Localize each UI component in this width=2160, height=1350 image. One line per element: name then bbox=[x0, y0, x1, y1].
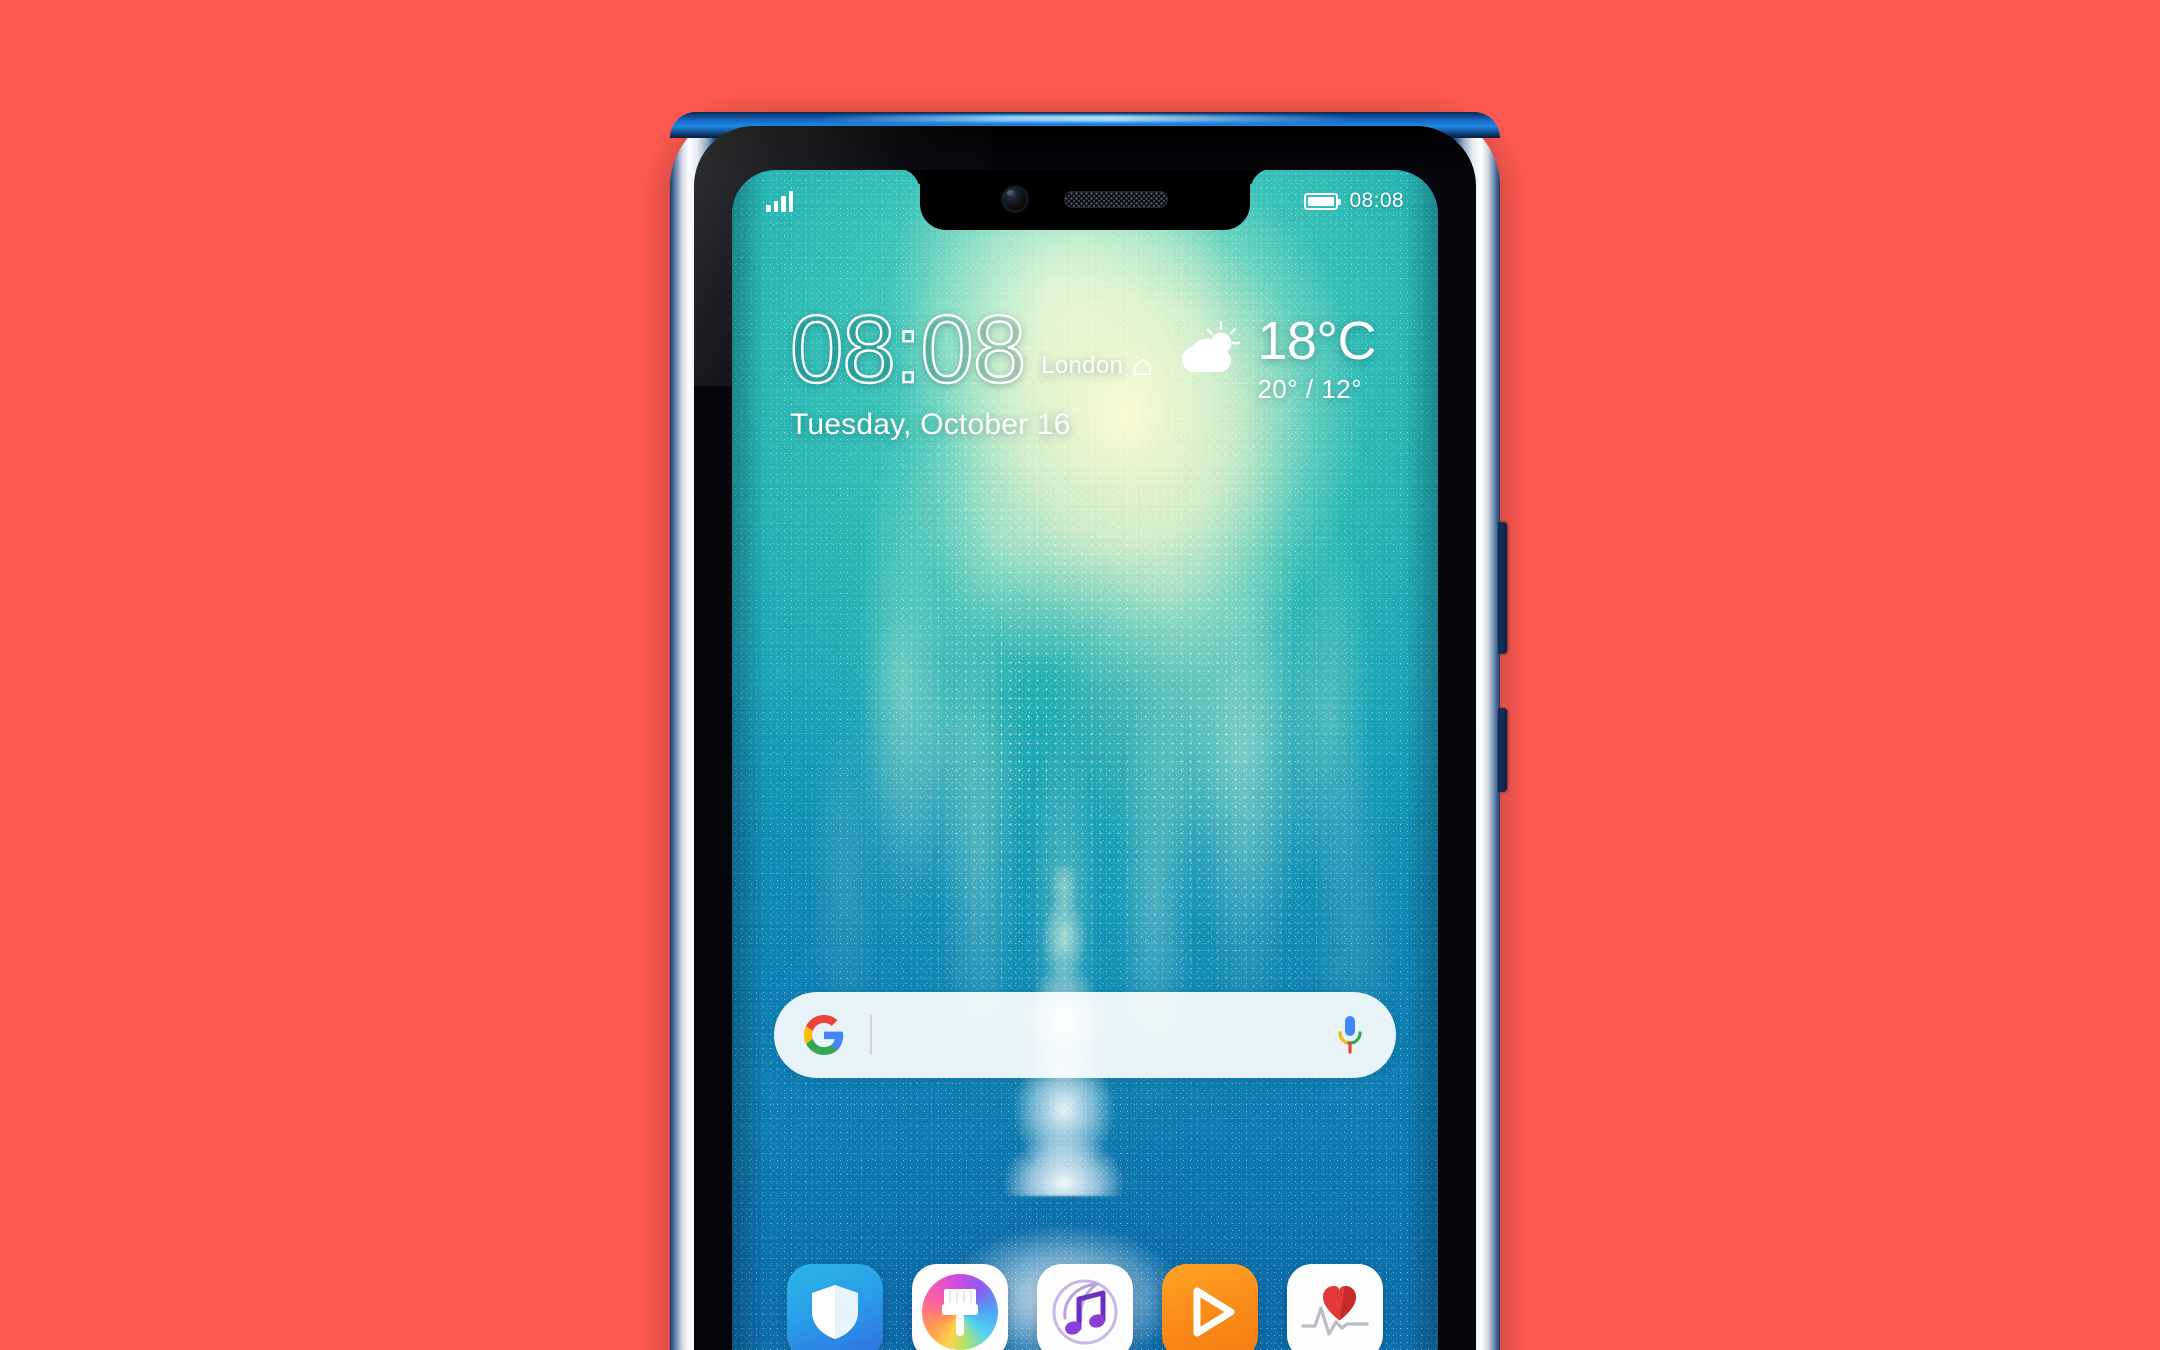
google-g-icon bbox=[804, 1015, 844, 1055]
heart-ecg-icon bbox=[1301, 1286, 1369, 1336]
search-input[interactable] bbox=[871, 1020, 1334, 1050]
themes-gradient-disc bbox=[922, 1274, 998, 1350]
weather-range: 20° / 12° bbox=[1257, 374, 1363, 404]
status-bar-right: 08:08 bbox=[1304, 189, 1404, 213]
display-notch bbox=[920, 170, 1250, 230]
clock-time: 08:08 bbox=[789, 296, 1028, 403]
power-button[interactable] bbox=[1498, 708, 1507, 792]
weather-widget[interactable]: 18°C 20° / 12° bbox=[1175, 314, 1376, 405]
home-icon bbox=[1134, 358, 1152, 375]
front-camera-icon bbox=[1002, 186, 1028, 212]
app-health[interactable]: Health bbox=[1276, 1264, 1394, 1350]
clock-widget[interactable]: 08:08 London Tuesday, October 16 bbox=[789, 296, 1153, 442]
shield-icon bbox=[812, 1285, 858, 1339]
clock-city-row: London bbox=[1041, 352, 1153, 394]
play-icon bbox=[1193, 1287, 1235, 1337]
app-dock: Phone Man.. bbox=[732, 1264, 1438, 1350]
phone-glass-body: 08:08 08:08 London Tuesday, October 16 1… bbox=[694, 126, 1476, 1350]
videos-icon[interactable] bbox=[1162, 1264, 1258, 1350]
sun-behind-cloud-icon bbox=[1182, 320, 1241, 372]
app-music[interactable]: Music bbox=[1026, 1264, 1144, 1350]
signal-bars-icon bbox=[766, 190, 793, 212]
weather-temperature: 18°C bbox=[1257, 311, 1376, 371]
health-icon[interactable] bbox=[1287, 1264, 1383, 1350]
battery-icon bbox=[1304, 192, 1342, 210]
microphone-icon[interactable] bbox=[1334, 1014, 1366, 1056]
google-search-bar[interactable] bbox=[774, 992, 1396, 1078]
phone-screen[interactable]: 08:08 08:08 London Tuesday, October 16 1… bbox=[732, 170, 1438, 1350]
clock-row: 08:08 London bbox=[789, 296, 1153, 403]
clock-date: Tuesday, October 16 bbox=[790, 408, 1071, 442]
paintbrush-icon bbox=[942, 1289, 978, 1336]
battery-fill bbox=[1308, 196, 1335, 206]
app-videos[interactable]: Videos bbox=[1151, 1264, 1269, 1350]
phone-device: 08:08 08:08 London Tuesday, October 16 1… bbox=[670, 112, 1507, 1350]
phone-manager-icon[interactable] bbox=[787, 1264, 883, 1350]
status-bar-time: 08:08 bbox=[1349, 189, 1404, 212]
music-icon[interactable] bbox=[1037, 1264, 1133, 1350]
app-phone-manager[interactable]: Phone Man.. bbox=[776, 1264, 894, 1350]
music-note-icon bbox=[1052, 1279, 1118, 1345]
earpiece-speaker-icon bbox=[1064, 190, 1168, 208]
weather-text: 18°C 20° / 12° bbox=[1257, 314, 1376, 405]
themes-icon[interactable] bbox=[912, 1264, 1008, 1350]
volume-button[interactable] bbox=[1498, 522, 1507, 654]
clock-city: London bbox=[1041, 352, 1124, 380]
app-themes[interactable]: Themes bbox=[901, 1264, 1019, 1350]
